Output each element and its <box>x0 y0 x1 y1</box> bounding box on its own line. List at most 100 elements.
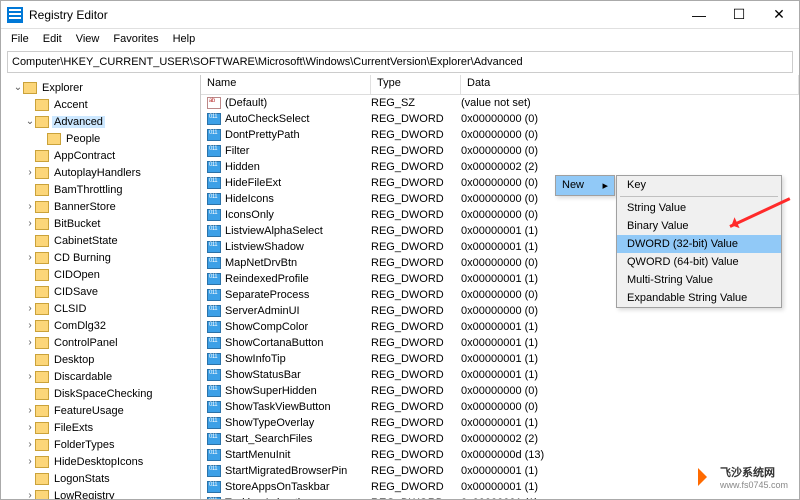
menu-favorites[interactable]: Favorites <box>107 31 164 47</box>
menu-edit[interactable]: Edit <box>37 31 68 47</box>
value-row[interactable]: ShowCompColorREG_DWORD0x00000001 (1) <box>201 319 799 335</box>
col-type[interactable]: Type <box>371 75 461 94</box>
tree-item[interactable]: ›Discardable <box>1 368 200 385</box>
tree-label: Accent <box>52 99 90 111</box>
value-type-icon <box>207 177 221 189</box>
ctx-item[interactable]: Binary Value <box>617 217 781 235</box>
key-tree[interactable]: ⌄Explorer Accent ⌄AdvancedPeople AppContrac… <box>1 75 201 499</box>
tree-item-root[interactable]: ⌄Explorer <box>1 79 200 96</box>
value-name: ShowInfoTip <box>225 353 371 365</box>
value-type-icon <box>207 385 221 397</box>
value-row[interactable]: AutoCheckSelectREG_DWORD0x00000000 (0) <box>201 111 799 127</box>
value-type: REG_DWORD <box>371 209 461 221</box>
value-name: HideIcons <box>225 193 371 205</box>
value-type: REG_DWORD <box>371 257 461 269</box>
value-row[interactable]: StartMenuInitREG_DWORD0x0000000d (13) <box>201 447 799 463</box>
tree-item[interactable]: BamThrottling <box>1 181 200 198</box>
value-row[interactable]: ShowCortanaButtonREG_DWORD0x00000001 (1) <box>201 335 799 351</box>
minimize-button[interactable]: ― <box>679 1 719 29</box>
folder-icon <box>35 184 49 196</box>
value-row[interactable]: FilterREG_DWORD0x00000000 (0) <box>201 143 799 159</box>
value-row[interactable]: ShowTaskViewButtonREG_DWORD0x00000000 (0… <box>201 399 799 415</box>
tree-item[interactable]: CIDSave <box>1 283 200 300</box>
menu-file[interactable]: File <box>5 31 35 47</box>
ctx-item[interactable]: DWORD (32-bit) Value <box>617 235 781 253</box>
value-row[interactable]: ShowStatusBarREG_DWORD0x00000001 (1) <box>201 367 799 383</box>
value-type-icon <box>207 433 221 445</box>
tree-item[interactable]: ›ControlPanel <box>1 334 200 351</box>
address-bar[interactable]: Computer\HKEY_CURRENT_USER\SOFTWARE\Micr… <box>7 51 793 73</box>
tree-item[interactable]: ›FeatureUsage <box>1 402 200 419</box>
value-name: ShowStatusBar <box>225 369 371 381</box>
tree-item[interactable]: ›FolderTypes <box>1 436 200 453</box>
value-type: REG_DWORD <box>371 481 461 493</box>
value-type-icon <box>207 337 221 349</box>
tree-item[interactable]: DiskSpaceChecking <box>1 385 200 402</box>
tree-item[interactable]: People <box>1 130 200 147</box>
context-submenu-new-type[interactable]: KeyString ValueBinary ValueDWORD (32-bit… <box>616 175 782 308</box>
tree-item[interactable]: ›HideDesktopIcons <box>1 453 200 470</box>
value-type: REG_SZ <box>371 97 461 109</box>
tree-label: CLSID <box>52 303 88 315</box>
value-type-icon <box>207 401 221 413</box>
tree-item[interactable]: ›BannerStore <box>1 198 200 215</box>
value-row[interactable]: Start_SearchFilesREG_DWORD0x00000002 (2) <box>201 431 799 447</box>
ctx-item[interactable]: Expandable String Value <box>617 289 781 307</box>
ctx-item[interactable]: Multi-String Value <box>617 271 781 289</box>
value-row[interactable]: TaskbarAnimationsREG_DWORD0x00000001 (1) <box>201 495 799 499</box>
tree-item[interactable]: ›LowRegistry <box>1 487 200 499</box>
value-type: REG_DWORD <box>371 177 461 189</box>
tree-item[interactable]: ⌄Advanced <box>1 113 200 130</box>
value-data: 0x00000001 (1) <box>461 321 799 333</box>
column-headers: Name Type Data <box>201 75 799 95</box>
tree-item[interactable]: LogonStats <box>1 470 200 487</box>
tree-label: CIDOpen <box>52 269 102 281</box>
watermark-text: 飞沙系统网 <box>720 464 788 480</box>
folder-icon <box>35 252 49 264</box>
ctx-new-item[interactable]: New ▸ <box>556 176 614 195</box>
submenu-arrow-icon: ▸ <box>602 179 608 192</box>
maximize-button[interactable]: ☐ <box>719 1 759 29</box>
value-type-icon <box>207 369 221 381</box>
tree-label: AppContract <box>52 150 117 162</box>
value-name: TaskbarAnimations <box>225 497 371 499</box>
tree-item[interactable]: ›ComDlg32 <box>1 317 200 334</box>
tree-item[interactable]: ›AutoplayHandlers <box>1 164 200 181</box>
col-data[interactable]: Data <box>461 75 799 94</box>
value-data: 0x00000001 (1) <box>461 353 799 365</box>
value-row[interactable]: ShowSuperHiddenREG_DWORD0x00000000 (0) <box>201 383 799 399</box>
tree-label: LowRegistry <box>52 490 117 500</box>
tree-item[interactable]: CabinetState <box>1 232 200 249</box>
menu-view[interactable]: View <box>70 31 106 47</box>
window-title: Registry Editor <box>29 8 679 22</box>
value-type-icon <box>207 449 221 461</box>
ctx-item[interactable]: QWORD (64-bit) Value <box>617 253 781 271</box>
tree-item[interactable]: ›CD Burning <box>1 249 200 266</box>
tree-item[interactable]: ›BitBucket <box>1 215 200 232</box>
value-row[interactable]: (Default)REG_SZ(value not set) <box>201 95 799 111</box>
close-button[interactable]: ✕ <box>759 1 799 29</box>
value-row[interactable]: ShowTypeOverlayREG_DWORD0x00000001 (1) <box>201 415 799 431</box>
tree-item[interactable]: Desktop <box>1 351 200 368</box>
tree-item[interactable]: ›CLSID <box>1 300 200 317</box>
value-row[interactable]: HiddenREG_DWORD0x00000002 (2) <box>201 159 799 175</box>
tree-label: AutoplayHandlers <box>52 167 143 179</box>
value-name: ShowSuperHidden <box>225 385 371 397</box>
tree-item[interactable]: ›FileExts <box>1 419 200 436</box>
tree-item[interactable]: Accent <box>1 96 200 113</box>
tree-item[interactable]: AppContract <box>1 147 200 164</box>
folder-icon <box>35 99 49 111</box>
value-row[interactable]: ShowInfoTipREG_DWORD0x00000001 (1) <box>201 351 799 367</box>
value-name: HideFileExt <box>225 177 371 189</box>
value-row[interactable]: DontPrettyPathREG_DWORD0x00000000 (0) <box>201 127 799 143</box>
context-menu-new[interactable]: New ▸ <box>555 175 615 196</box>
menu-help[interactable]: Help <box>167 31 202 47</box>
col-name[interactable]: Name <box>201 75 371 94</box>
folder-icon <box>35 371 49 383</box>
value-data: 0x00000002 (2) <box>461 161 799 173</box>
ctx-item[interactable]: Key <box>617 176 781 194</box>
value-type: REG_DWORD <box>371 353 461 365</box>
tree-item[interactable]: CIDOpen <box>1 266 200 283</box>
value-type: REG_DWORD <box>371 449 461 461</box>
value-type-icon <box>207 321 221 333</box>
